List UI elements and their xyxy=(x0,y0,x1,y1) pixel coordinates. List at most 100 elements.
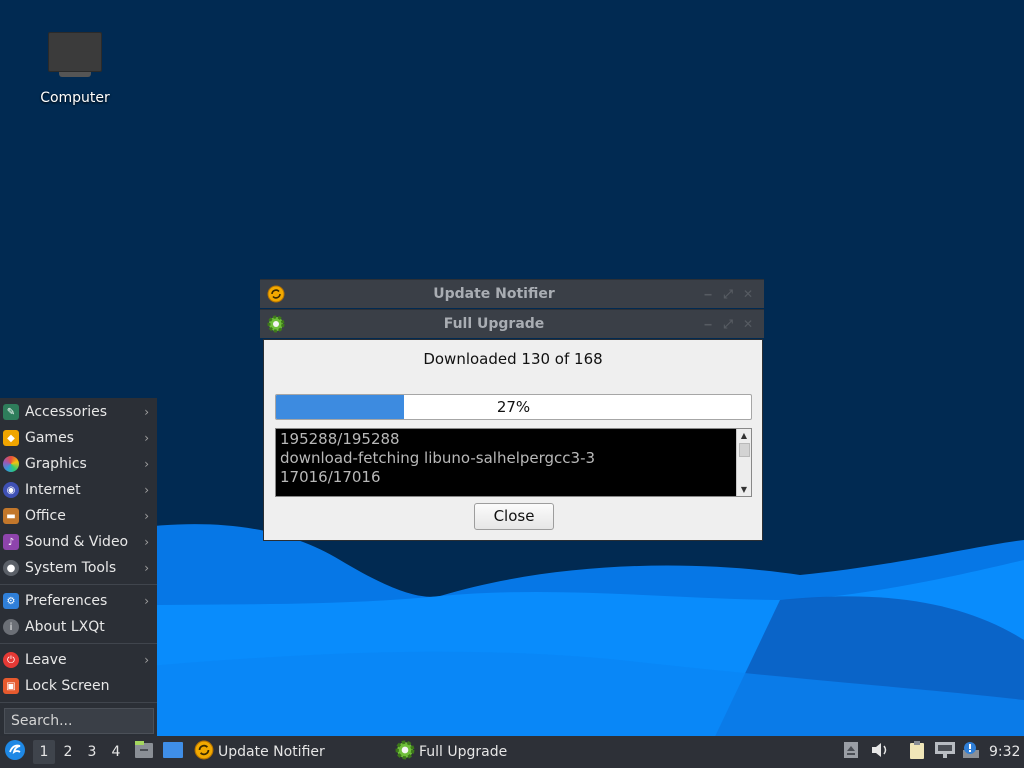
scroll-up-arrow-icon[interactable]: ▲ xyxy=(737,429,751,442)
internet-icon: ◉ xyxy=(3,482,19,498)
tray-clipboard[interactable] xyxy=(907,736,927,768)
menu-item-preferences[interactable]: ⚙ Preferences › xyxy=(0,588,157,614)
taskbar: 1 2 3 4 Update Notifier Full Upgrade 9:3… xyxy=(0,736,1024,768)
menu-item-lock-screen[interactable]: ▣ Lock Screen xyxy=(0,673,157,699)
menu-item-leave[interactable]: ⏻ Leave › xyxy=(0,647,157,673)
network-icon xyxy=(934,741,956,763)
update-notifier-icon xyxy=(194,740,214,764)
menu-item-label: Internet xyxy=(25,482,81,498)
log-line: download-fetching libuno-salhelpergcc3-3 xyxy=(280,449,596,467)
tray-network[interactable] xyxy=(934,736,956,768)
menu-item-label: Sound & Video xyxy=(25,534,129,550)
chevron-right-icon: › xyxy=(144,653,149,667)
tray-update-notification[interactable] xyxy=(961,736,981,768)
menu-item-label: Lock Screen xyxy=(25,678,110,694)
window-title: Update Notifier xyxy=(433,286,555,302)
file-manager-icon xyxy=(134,740,154,764)
minimize-button[interactable]: ‒ xyxy=(702,317,714,332)
menu-item-accessories[interactable]: ✎ Accessories › xyxy=(0,399,157,425)
maximize-button[interactable]: ⤢ xyxy=(722,287,734,302)
eject-icon xyxy=(843,741,859,763)
power-icon: ⏻ xyxy=(3,652,19,668)
menu-separator xyxy=(0,702,157,703)
menu-item-sound-video[interactable]: ♪ Sound & Video › xyxy=(0,529,157,555)
gear-icon xyxy=(395,740,415,764)
workspace-switcher: 1 2 3 4 xyxy=(33,736,127,768)
info-icon: i xyxy=(3,619,19,635)
close-button[interactable]: Close xyxy=(474,503,554,530)
update-notifier-titlebar[interactable]: Update Notifier ‒ ⤢ ✕ xyxy=(260,279,764,308)
menu-item-label: Graphics xyxy=(25,456,87,472)
graphics-icon xyxy=(3,456,19,472)
progress-label: 27% xyxy=(496,398,531,416)
chevron-right-icon: › xyxy=(144,594,149,608)
task-label: Update Notifier xyxy=(218,744,325,760)
menu-item-office[interactable]: ▬ Office › xyxy=(0,503,157,529)
menu-item-label: Accessories xyxy=(25,404,108,420)
lxqt-logo-icon xyxy=(4,739,26,765)
maximize-button[interactable]: ⤢ xyxy=(722,317,734,332)
chevron-right-icon: › xyxy=(144,405,149,419)
menu-item-system-tools[interactable]: ● System Tools › xyxy=(0,555,157,581)
log-line: 17016/17016 xyxy=(280,468,381,486)
menu-separator xyxy=(0,584,157,585)
scrollbar-thumb[interactable] xyxy=(739,443,750,457)
workspace-2[interactable]: 2 xyxy=(57,740,79,764)
clock[interactable]: 9:32 xyxy=(989,736,1020,768)
computer-label: Computer xyxy=(40,90,110,106)
application-menu: ✎ Accessories › ◆ Games › Graphics › ◉ I… xyxy=(0,398,157,736)
chevron-right-icon: › xyxy=(144,561,149,575)
computer-icon xyxy=(48,32,102,77)
clipboard-icon xyxy=(907,740,927,764)
volume-icon xyxy=(870,741,890,763)
menu-item-label: System Tools xyxy=(25,560,117,576)
accessories-icon: ✎ xyxy=(3,404,19,420)
menu-item-about-lxqt[interactable]: i About LXQt xyxy=(0,614,157,640)
tray-volume[interactable] xyxy=(870,736,890,768)
menu-item-graphics[interactable]: Graphics › xyxy=(0,451,157,477)
menu-item-label: Games xyxy=(25,430,74,446)
tray-removable-media[interactable] xyxy=(843,736,859,768)
notification-icon xyxy=(961,740,981,764)
menu-separator xyxy=(0,643,157,644)
chevron-right-icon: › xyxy=(144,535,149,549)
task-full-upgrade[interactable]: Full Upgrade xyxy=(395,736,507,768)
workspace-1[interactable]: 1 xyxy=(33,740,55,764)
close-window-button[interactable]: ✕ xyxy=(742,287,754,302)
menu-item-label: About LXQt xyxy=(25,619,105,635)
task-update-notifier[interactable]: Update Notifier xyxy=(194,736,325,768)
task-label: Full Upgrade xyxy=(419,744,508,760)
menu-item-games[interactable]: ◆ Games › xyxy=(0,425,157,451)
download-progress-bar: 27% xyxy=(275,394,752,420)
main-menu-button[interactable] xyxy=(4,736,26,768)
chevron-right-icon: › xyxy=(144,431,149,445)
download-log[interactable]: 195288/195288 download-fetching libuno-s… xyxy=(275,428,752,497)
office-icon: ▬ xyxy=(3,508,19,524)
update-notifier-icon xyxy=(266,284,286,304)
computer-desktop-icon[interactable]: Computer xyxy=(30,28,120,106)
menu-item-label: Office xyxy=(25,508,66,524)
workspace-4[interactable]: 4 xyxy=(105,740,127,764)
chevron-right-icon: › xyxy=(144,483,149,497)
menu-item-internet[interactable]: ◉ Internet › xyxy=(0,477,157,503)
menu-search-input[interactable] xyxy=(4,708,154,734)
games-icon: ◆ xyxy=(3,430,19,446)
full-upgrade-titlebar[interactable]: Full Upgrade ‒ ⤢ ✕ xyxy=(260,309,764,338)
gear-icon xyxy=(266,314,286,334)
show-desktop-button[interactable] xyxy=(162,736,184,768)
desktop-icon xyxy=(162,741,184,763)
download-status-heading: Downloaded 130 of 168 xyxy=(423,350,603,368)
close-window-button[interactable]: ✕ xyxy=(742,317,754,332)
workspace-3[interactable]: 3 xyxy=(81,740,103,764)
scroll-down-arrow-icon[interactable]: ▼ xyxy=(737,483,751,496)
system-tools-icon: ● xyxy=(3,560,19,576)
window-title: Full Upgrade xyxy=(443,316,545,332)
file-manager-launcher[interactable] xyxy=(134,736,154,768)
sound-video-icon: ♪ xyxy=(3,534,19,550)
log-scrollbar[interactable]: ▲ ▼ xyxy=(736,429,751,496)
full-upgrade-dialog: Downloaded 130 of 168 27% 195288/195288 … xyxy=(263,339,763,541)
preferences-icon: ⚙ xyxy=(3,593,19,609)
log-line: 195288/195288 xyxy=(280,430,400,448)
minimize-button[interactable]: ‒ xyxy=(702,287,714,302)
menu-item-label: Preferences xyxy=(25,593,108,609)
